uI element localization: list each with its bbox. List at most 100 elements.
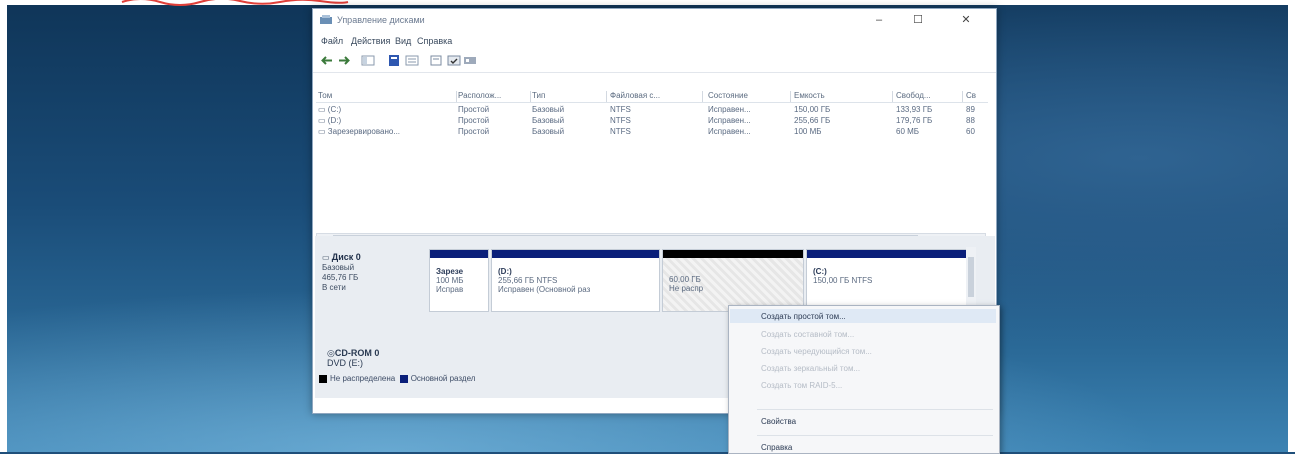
status-cell: Исправен... bbox=[708, 127, 751, 136]
cdrom-type: DVD (E:) bbox=[327, 358, 363, 368]
legend-label-unallocated: Не распределена bbox=[330, 374, 396, 383]
menu-file[interactable]: Файл bbox=[321, 36, 343, 46]
partition-c[interactable]: (C:) 150,00 ГБ NTFS bbox=[806, 249, 968, 312]
partition-name: 60,00 ГБ bbox=[669, 275, 701, 284]
menu-item-new-spanned-volume[interactable]: Создать составной том... bbox=[761, 330, 854, 339]
column-header-volume[interactable]: Том bbox=[318, 91, 457, 102]
cdrom-icon: ◎ bbox=[327, 348, 335, 358]
minimize-button[interactable]: – bbox=[864, 11, 894, 29]
partition-name: Зарезе bbox=[436, 267, 464, 276]
menu-separator bbox=[757, 409, 993, 410]
menu-separator bbox=[757, 435, 993, 436]
partition-header-bar bbox=[807, 250, 967, 258]
capacity-cell: 150,00 ГБ bbox=[794, 105, 831, 114]
legend-swatch-primary bbox=[399, 374, 408, 383]
properties-icon[interactable] bbox=[429, 54, 443, 67]
percent-cell: 88 bbox=[966, 116, 975, 125]
menu-help[interactable]: Справка bbox=[417, 36, 452, 46]
filesystem-cell: NTFS bbox=[610, 105, 631, 114]
partition-header-bar bbox=[663, 250, 803, 258]
column-header-percent[interactable]: Св bbox=[966, 91, 986, 102]
type-cell: Базовый bbox=[532, 105, 565, 114]
layout-cell: Простой bbox=[458, 116, 490, 125]
forward-arrow-icon[interactable] bbox=[337, 54, 351, 67]
filesystem-cell: NTFS bbox=[610, 127, 631, 136]
partition-header-bar bbox=[430, 250, 488, 258]
volume-row[interactable]: ▭ (D:) Простой Базовый NTFS Исправен... … bbox=[316, 116, 988, 127]
type-cell: Базовый bbox=[532, 127, 565, 136]
left-border bbox=[0, 0, 7, 452]
column-header-capacity[interactable]: Емкость bbox=[794, 91, 893, 102]
menu-item-new-striped-volume[interactable]: Создать чередующийся том... bbox=[761, 347, 872, 356]
partition-size: 100 МБ bbox=[436, 276, 464, 285]
column-header-type[interactable]: Тип bbox=[532, 91, 607, 102]
volume-name-cell: ▭ (D:) bbox=[318, 116, 342, 125]
check-icon[interactable] bbox=[447, 54, 461, 67]
title-bar[interactable]: Управление дисками – ☐ ✕ bbox=[313, 9, 996, 31]
partition-size: 255,66 ГБ NTFS bbox=[498, 276, 558, 285]
free-cell: 133,93 ГБ bbox=[896, 105, 933, 114]
partition-unallocated[interactable]: 60,00 ГБ Не распр bbox=[662, 249, 804, 312]
free-cell: 60 МБ bbox=[896, 127, 920, 136]
context-menu: Создать простой том... Создать составной… bbox=[728, 305, 1000, 454]
disk-management-app-icon bbox=[320, 15, 332, 24]
partition-size: Не распр bbox=[669, 284, 704, 293]
column-header-layout[interactable]: Располож... bbox=[458, 91, 531, 102]
back-arrow-icon[interactable] bbox=[320, 54, 334, 67]
volume-name-cell: ▭ (C:) bbox=[318, 105, 342, 114]
partition-status: Исправ bbox=[436, 285, 464, 294]
column-header-free[interactable]: Свобод... bbox=[896, 91, 963, 102]
partition-header-bar bbox=[492, 250, 659, 258]
menu-view[interactable]: Вид bbox=[395, 36, 411, 46]
disk-name: Диск 0 bbox=[331, 252, 361, 262]
partition-d[interactable]: (D:) 255,66 ГБ NTFS Исправен (Основной р… bbox=[491, 249, 660, 312]
column-header-filesystem[interactable]: Файловая с... bbox=[610, 91, 703, 102]
partition-size: 150,00 ГБ NTFS bbox=[813, 276, 873, 285]
disk-0-label[interactable]: ▭ Диск 0 Базовый 465,76 ГБ В сети bbox=[322, 252, 422, 293]
toolbar bbox=[313, 50, 996, 73]
partition-name: (D:) bbox=[498, 267, 512, 276]
menu-item-properties[interactable]: Свойства bbox=[761, 417, 796, 426]
disk-icon: ▭ bbox=[322, 253, 332, 262]
percent-cell: 89 bbox=[966, 105, 975, 114]
list-view-icon[interactable] bbox=[405, 54, 419, 67]
maximize-button[interactable]: ☐ bbox=[903, 11, 933, 29]
menu-action[interactable]: Действия bbox=[351, 36, 390, 46]
status-cell: Исправен... bbox=[708, 116, 751, 125]
menu-item-new-mirrored-volume[interactable]: Создать зеркальный том... bbox=[761, 364, 860, 373]
layout-cell: Простой bbox=[458, 105, 490, 114]
partition-status: Исправен (Основной раз bbox=[498, 285, 591, 294]
column-header-status[interactable]: Состояние bbox=[708, 91, 791, 102]
cdrom-label[interactable]: ◎CD-ROM 0 DVD (E:) bbox=[327, 348, 379, 368]
capacity-cell: 100 МБ bbox=[794, 127, 822, 136]
partition-reserved[interactable]: Зарезе 100 МБ Исправ bbox=[429, 249, 489, 312]
volume-row[interactable]: ▭ Зарезервировано... Простой Базовый NTF… bbox=[316, 127, 988, 138]
right-border bbox=[1288, 0, 1295, 452]
help-book-icon[interactable] bbox=[387, 54, 401, 67]
menu-item-help[interactable]: Справка bbox=[761, 443, 792, 452]
disk-state: В сети bbox=[322, 283, 346, 292]
window-title: Управление дисками bbox=[337, 15, 425, 25]
volume-list-header: Том Располож... Тип Файловая с... Состоя… bbox=[316, 90, 988, 103]
legend-label-primary: Основной раздел bbox=[410, 374, 476, 383]
legend: Не распределена Основной раздел bbox=[319, 374, 475, 383]
disk-size: 465,76 ГБ bbox=[322, 273, 359, 282]
type-cell: Базовый bbox=[532, 116, 565, 125]
free-cell: 179,76 ГБ bbox=[896, 116, 933, 125]
scrollbar-thumb[interactable] bbox=[968, 257, 974, 297]
layout-cell: Простой bbox=[458, 127, 490, 136]
console-tree-icon[interactable] bbox=[361, 54, 375, 67]
menu-item-new-simple-volume[interactable]: Создать простой том... bbox=[761, 312, 846, 321]
volume-row[interactable]: ▭ (C:) Простой Базовый NTFS Исправен... … bbox=[316, 105, 988, 116]
menu-bar: Файл Действия Вид Справка bbox=[313, 33, 996, 49]
disk-view-vertical-scrollbar[interactable] bbox=[966, 247, 976, 311]
disk-view-icon[interactable] bbox=[463, 54, 477, 67]
close-button[interactable]: ✕ bbox=[951, 11, 981, 29]
red-annotation-mark bbox=[121, 0, 349, 6]
menu-item-new-raid5-volume[interactable]: Создать том RAID-5... bbox=[761, 381, 842, 390]
filesystem-cell: NTFS bbox=[610, 116, 631, 125]
capacity-cell: 255,66 ГБ bbox=[794, 116, 831, 125]
percent-cell: 60 bbox=[966, 127, 975, 136]
status-cell: Исправен... bbox=[708, 105, 751, 114]
cdrom-name: CD-ROM 0 bbox=[334, 348, 380, 358]
